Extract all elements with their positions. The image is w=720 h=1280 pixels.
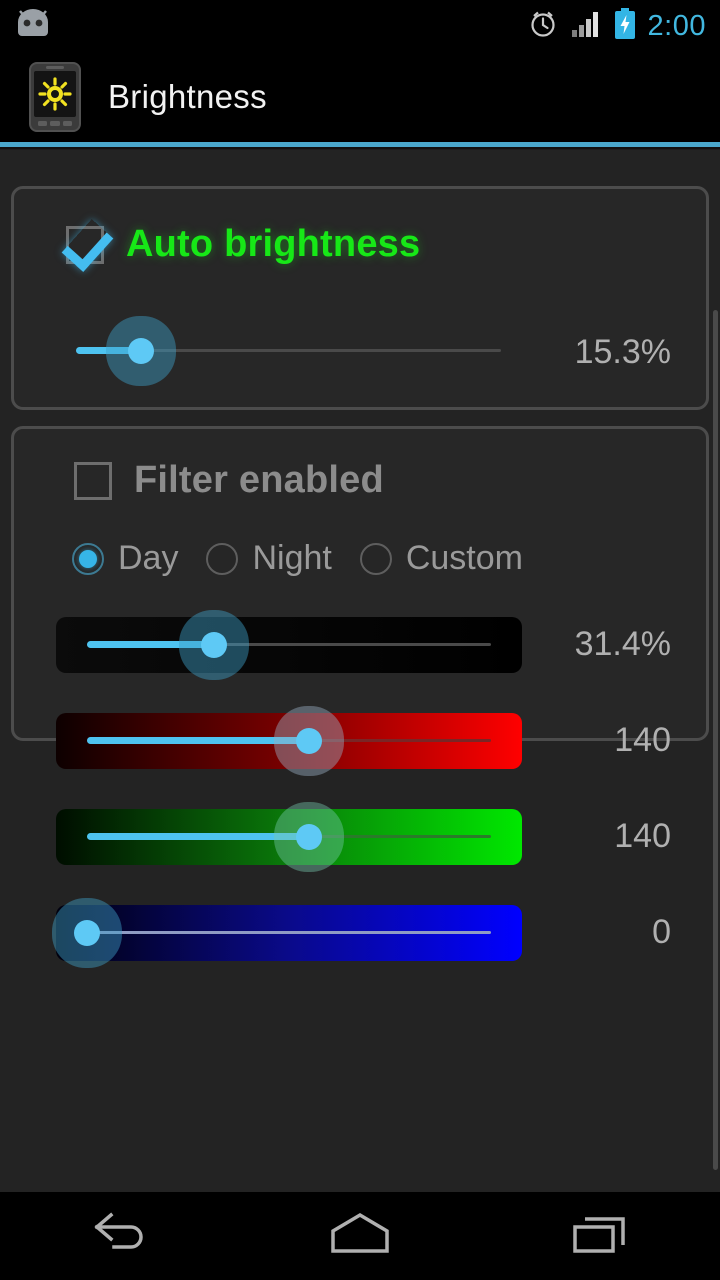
- radio-item-day[interactable]: Day: [72, 539, 178, 578]
- battery-charging-icon: [614, 7, 636, 45]
- filter-enabled-checkbox-row[interactable]: Filter enabled: [74, 459, 384, 502]
- filter-intensity-slider-row[interactable]: 31.4%: [14, 607, 712, 679]
- filter-red-slider-row[interactable]: 140: [14, 703, 712, 775]
- radio-item-custom[interactable]: Custom: [359, 539, 523, 578]
- slider-track-fill: [87, 833, 309, 840]
- home-icon: [324, 1209, 396, 1264]
- brightness-app-icon: [28, 61, 82, 133]
- settings-content: Auto brightness 15.3% Filter enabled Day…: [0, 150, 720, 1192]
- auto-brightness-value: 15.3%: [574, 333, 671, 371]
- status-bar-clock: 2:00: [647, 9, 706, 42]
- radio-day-icon[interactable]: [72, 542, 104, 575]
- auto-brightness-slider[interactable]: [14, 321, 514, 381]
- slider-thumb[interactable]: [128, 338, 154, 364]
- phone-screen: 2:00 Brightness Auto brightness 15.3% Fi…: [0, 0, 720, 1280]
- recent-apps-button[interactable]: [525, 1192, 675, 1280]
- back-button[interactable]: [45, 1192, 195, 1280]
- radio-night-icon[interactable]: [206, 542, 239, 575]
- action-bar-divider-shadow: [0, 147, 720, 149]
- recent-apps-icon: [567, 1209, 633, 1264]
- filter-green-slider-thumb[interactable]: [296, 824, 322, 850]
- filter-enabled-checkbox[interactable]: [74, 461, 112, 500]
- auto-brightness-label: Auto brightness: [126, 223, 421, 265]
- filter-mode-radio-group[interactable]: Day Night Custom: [72, 539, 551, 578]
- back-icon: [87, 1209, 153, 1264]
- filter-green-value: 140: [614, 817, 671, 855]
- filter-intensity-value: 31.4%: [574, 625, 671, 663]
- signal-bars-icon: [570, 10, 602, 43]
- content-scrollbar[interactable]: [713, 310, 718, 1170]
- auto-brightness-card: Auto brightness 15.3%: [11, 186, 709, 410]
- radio-custom-label: Custom: [405, 539, 523, 577]
- android-head-icon: [14, 8, 52, 45]
- slider-track-fill: [87, 737, 309, 744]
- status-bar-notifications: [0, 8, 52, 45]
- navigation-bar: [0, 1192, 720, 1280]
- filter-intensity-slider-thumb[interactable]: [201, 632, 227, 658]
- filter-blue-slider-thumb[interactable]: [74, 920, 100, 946]
- action-bar: Brightness: [0, 52, 720, 142]
- radio-item-night[interactable]: Night: [206, 539, 332, 578]
- auto-brightness-checkbox[interactable]: [66, 225, 104, 264]
- slider-track: [87, 931, 491, 934]
- radio-night-label: Night: [252, 539, 332, 577]
- status-bar: 2:00: [0, 0, 720, 52]
- filter-enabled-label: Filter enabled: [134, 459, 384, 501]
- auto-brightness-checkbox-row[interactable]: Auto brightness: [66, 223, 420, 266]
- filter-card: Filter enabled Day Night Custom 31.4% 14…: [11, 426, 712, 961]
- home-button[interactable]: [285, 1192, 435, 1280]
- radio-custom-icon[interactable]: [359, 542, 392, 575]
- radio-day-label: Day: [118, 539, 179, 577]
- filter-blue-value: 0: [652, 913, 671, 951]
- filter-green-slider-row[interactable]: 140: [14, 799, 712, 871]
- filter-red-slider-thumb[interactable]: [296, 728, 322, 754]
- filter-blue-slider-row[interactable]: 0: [14, 895, 712, 967]
- page-title: Brightness: [108, 78, 267, 115]
- filter-red-value: 140: [614, 721, 671, 759]
- status-bar-system-icons: 2:00: [528, 7, 720, 45]
- auto-brightness-slider-row[interactable]: 15.3%: [14, 321, 712, 381]
- alarm-clock-icon: [528, 9, 558, 44]
- slider-track-fill: [87, 641, 214, 648]
